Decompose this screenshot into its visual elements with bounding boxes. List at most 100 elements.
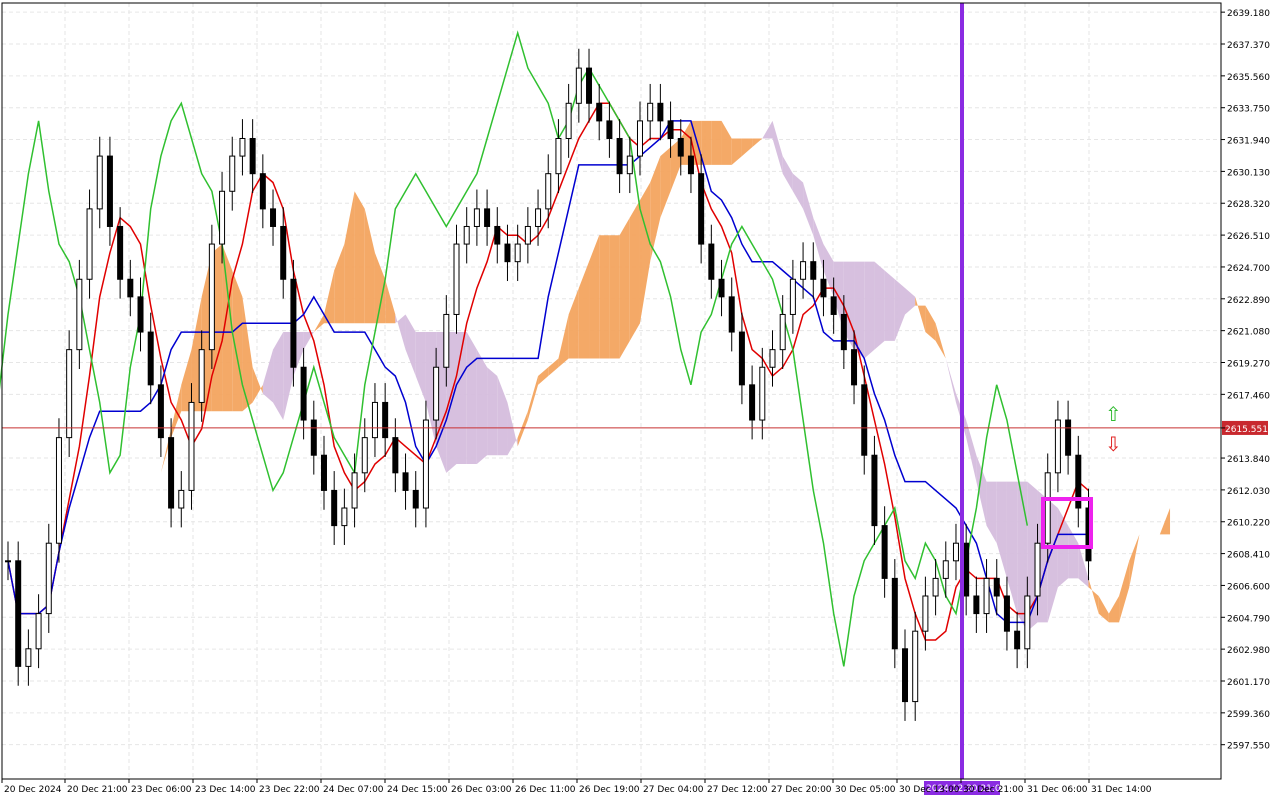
cloud-segment — [874, 261, 885, 350]
candle-up — [647, 102, 654, 122]
candle-down — [881, 525, 888, 579]
candle-up — [66, 349, 73, 439]
candle-down — [993, 577, 1000, 597]
candle-down — [973, 595, 980, 615]
candle-up — [524, 225, 531, 245]
x-tick-label: 26 Dec 11:00 — [515, 785, 576, 795]
x-tick-label: 30 Dec 21:00 — [963, 785, 1024, 795]
candle-up — [626, 155, 633, 175]
candle-up — [55, 437, 62, 544]
cloud-segment — [884, 270, 895, 341]
cloud-segment — [864, 261, 875, 359]
candle-up — [769, 349, 776, 368]
y-tick-label: 2622.890 — [1227, 296, 1270, 306]
candle-down — [698, 173, 705, 245]
y-tick-label: 2612.030 — [1227, 487, 1270, 497]
cloud-segment — [354, 191, 365, 324]
candle-down — [871, 454, 878, 527]
candle-up — [1024, 595, 1031, 650]
arrow-up-icon: ⇧ — [1105, 402, 1122, 426]
candle-down — [300, 366, 307, 421]
y-tick-label: 2610.220 — [1227, 519, 1270, 529]
x-tick-label: 24 Dec 07:00 — [323, 785, 384, 795]
y-tick-label: 2626.510 — [1227, 232, 1270, 242]
candle-down — [168, 437, 175, 509]
y-tick-label: 2608.410 — [1227, 551, 1270, 561]
candle-up — [800, 261, 807, 280]
x-tick-label: 31 Dec 14:00 — [1091, 785, 1152, 795]
candle-down — [1014, 630, 1021, 650]
candle-down — [861, 384, 868, 456]
candle-down — [1003, 595, 1010, 632]
candle-down — [320, 454, 327, 491]
candle-up — [463, 225, 470, 245]
candle-up — [25, 648, 32, 667]
candle-down — [810, 261, 817, 280]
x-tick-label: 31 Dec 06:00 — [1027, 785, 1088, 795]
y-tick-label: 2617.460 — [1227, 391, 1270, 401]
cloud-segment — [487, 367, 498, 456]
cloud-segment — [466, 332, 477, 465]
y-tick-label: 2606.600 — [1227, 582, 1270, 592]
cloud-segment — [619, 217, 630, 359]
candle-up — [96, 155, 103, 210]
candle-up — [759, 366, 766, 421]
candle-up — [76, 278, 83, 351]
candle-up — [922, 595, 929, 632]
x-tick-label: 23 Dec 14:00 — [195, 785, 256, 795]
candle-up — [473, 208, 480, 227]
y-tick-label: 2639.180 — [1227, 9, 1270, 19]
candle-up — [952, 542, 959, 562]
cloud-segment — [609, 235, 620, 359]
candle-down — [249, 137, 256, 175]
candle-down — [606, 120, 613, 139]
candle-up — [779, 313, 786, 351]
candle-down — [484, 208, 491, 227]
candle-down — [840, 313, 847, 351]
candle-up — [789, 278, 796, 315]
candle-up — [86, 208, 93, 280]
candle-down — [1065, 419, 1072, 456]
candle-up — [361, 437, 368, 474]
candle-up — [371, 401, 378, 439]
candle-up — [198, 349, 205, 403]
y-tick-label: 2599.360 — [1227, 710, 1270, 720]
candle-down — [127, 278, 134, 298]
candle-down — [310, 419, 317, 456]
candle-down — [851, 349, 858, 386]
y-tick-label: 2602.980 — [1227, 646, 1270, 656]
candle-up — [188, 401, 195, 491]
y-tick-label: 2619.270 — [1227, 359, 1270, 369]
candle-up — [341, 507, 348, 527]
candle-down — [830, 296, 837, 315]
candle-down — [820, 278, 827, 298]
candle-down — [290, 278, 297, 368]
candle-up — [932, 577, 939, 597]
candle-up — [545, 173, 552, 210]
candle-down — [117, 225, 124, 280]
candle-up — [535, 208, 542, 227]
candle-up — [942, 560, 949, 579]
x-tick-label: 26 Dec 19:00 — [579, 785, 640, 795]
chart-svg[interactable]: 2615.5512024.12.30 21:00⇧⇩ 2639.1802637.… — [0, 0, 1280, 800]
candle-up — [1034, 542, 1041, 597]
candle-up — [912, 630, 919, 703]
y-tick-label: 2637.370 — [1227, 41, 1270, 51]
x-tick-label: 23 Dec 06:00 — [131, 785, 192, 795]
cloud-segment — [476, 349, 488, 465]
y-tick-label: 2630.130 — [1227, 168, 1270, 178]
candle-down — [259, 173, 266, 210]
candle-up — [1044, 472, 1051, 544]
candle-up — [45, 542, 52, 615]
x-tick-label: 27 Dec 04:00 — [643, 785, 704, 795]
candle-up — [636, 120, 643, 157]
cloud-segment — [701, 120, 712, 165]
chart-container[interactable]: 2615.551 2024.12.30 21:00 ⇧ ⇩ 2639.180 2637.… — [0, 0, 1280, 800]
cloud-segment — [629, 200, 640, 341]
candle-down — [392, 437, 399, 474]
x-tick-label: 27 Dec 20:00 — [771, 785, 832, 795]
candle-down — [147, 331, 154, 386]
candle-up — [35, 613, 42, 650]
candle-up — [422, 419, 429, 509]
x-tick-label: 26 Dec 03:00 — [451, 785, 512, 795]
